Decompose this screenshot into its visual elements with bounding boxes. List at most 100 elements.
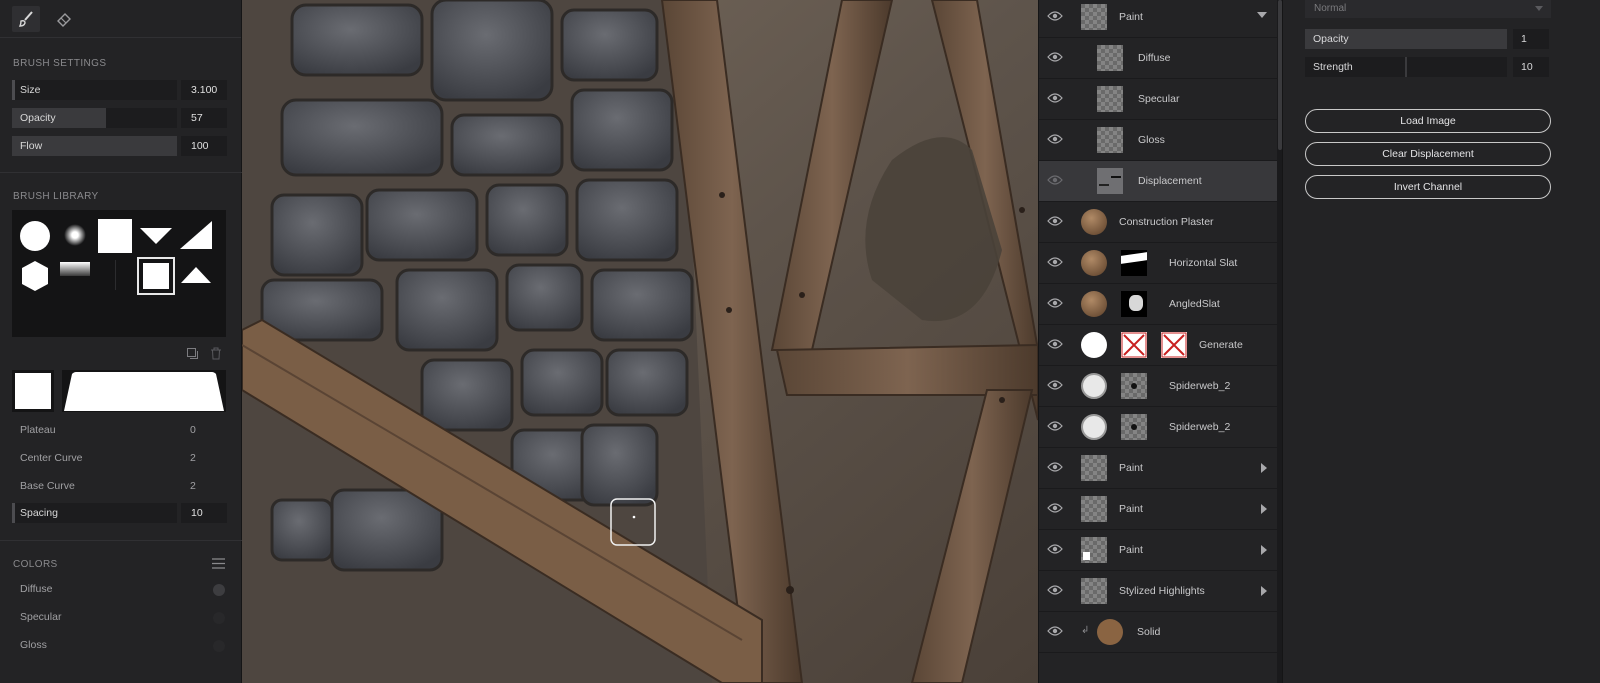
color-specular[interactable]: Specular [12, 606, 227, 630]
layer-visibility-toggle[interactable] [1047, 51, 1063, 65]
layer-thumbnail[interactable] [1081, 209, 1107, 235]
layer-opacity-slider[interactable]: Opacity [1305, 29, 1507, 49]
flow-value[interactable]: 100 [181, 136, 227, 156]
layer-row[interactable]: Horizontal Slat [1039, 243, 1277, 284]
layer-visibility-toggle[interactable] [1047, 379, 1063, 393]
falloff-curve-preview[interactable] [62, 370, 226, 412]
layer-row[interactable]: Stylized Highlights [1039, 571, 1277, 612]
layer-thumbnail[interactable] [1081, 414, 1107, 440]
layer-row[interactable]: Spiderweb_2 [1039, 366, 1277, 407]
layer-row[interactable]: Paint [1039, 530, 1277, 571]
center-curve-row[interactable]: Center Curve 2 [12, 448, 227, 468]
hamburger-icon[interactable] [212, 558, 225, 569]
brush-gradient[interactable] [60, 262, 90, 276]
strength-slider[interactable]: Strength [1305, 57, 1507, 77]
clear-displacement-button[interactable]: Clear Displacement [1305, 142, 1551, 166]
layer-row[interactable]: Paint [1039, 0, 1277, 38]
base-curve-value[interactable]: 2 [190, 480, 196, 492]
layer-thumbnail[interactable] [1121, 414, 1147, 440]
color-specular-swatch[interactable] [213, 612, 225, 624]
layer-visibility-toggle[interactable] [1047, 584, 1063, 598]
opacity-slider[interactable]: Opacity [12, 108, 177, 128]
size-slider[interactable]: Size [12, 80, 177, 100]
layer-row[interactable]: Paint [1039, 489, 1277, 530]
layer-thumbnail[interactable] [1081, 291, 1107, 317]
brush-thin-line[interactable] [115, 260, 116, 290]
layer-thumbnail[interactable] [1161, 332, 1187, 358]
brush-triangle-down[interactable] [140, 226, 172, 246]
layer-thumbnail[interactable] [1081, 332, 1107, 358]
size-value[interactable]: 3.100 [181, 80, 227, 100]
layer-visibility-toggle[interactable] [1047, 420, 1063, 434]
layer-visibility-toggle[interactable] [1047, 10, 1063, 24]
layer-visibility-toggle[interactable] [1047, 297, 1063, 311]
trash-icon[interactable] [210, 347, 222, 360]
color-gloss-swatch[interactable] [213, 640, 225, 652]
strength-value[interactable]: 10 [1513, 57, 1549, 77]
layer-thumbnail[interactable] [1097, 168, 1123, 194]
brush-round-hard[interactable] [20, 221, 50, 251]
layer-row[interactable]: Generate [1039, 325, 1277, 366]
layer-visibility-toggle[interactable] [1047, 502, 1063, 516]
eraser-tool-button[interactable] [50, 6, 78, 32]
layer-thumbnail[interactable] [1097, 127, 1123, 153]
layer-visibility-toggle[interactable] [1047, 215, 1063, 229]
layer-row[interactable]: Gloss [1039, 120, 1277, 161]
layer-thumbnail[interactable] [1081, 250, 1107, 276]
layer-row[interactable]: Paint [1039, 448, 1277, 489]
base-curve-row[interactable]: Base Curve 2 [12, 476, 227, 496]
3d-viewport[interactable] [242, 0, 1038, 683]
layer-row[interactable]: ↲ Solid [1039, 612, 1277, 653]
plateau-row[interactable]: Plateau 0 [12, 420, 227, 440]
layer-row[interactable]: Specular [1039, 79, 1277, 120]
duplicate-icon[interactable] [186, 347, 199, 360]
layer-thumbnail[interactable] [1121, 291, 1147, 317]
spacing-slider[interactable]: Spacing [12, 503, 177, 523]
layer-visibility-toggle[interactable] [1047, 92, 1063, 106]
brush-round-soft[interactable] [64, 224, 86, 246]
layer-thumbnail[interactable] [1081, 455, 1107, 481]
chevron-right-icon[interactable] [1261, 463, 1267, 473]
layer-row[interactable]: Diffuse [1039, 38, 1277, 79]
layer-thumbnail[interactable] [1121, 332, 1147, 358]
brush-triangle-corner[interactable] [180, 221, 212, 251]
layer-row[interactable]: Construction Plaster [1039, 202, 1277, 243]
chevron-right-icon[interactable] [1261, 504, 1267, 514]
layer-row[interactable]: Spiderweb_2 [1039, 407, 1277, 448]
brush-triangle-up[interactable] [180, 266, 212, 284]
brush-hexagon[interactable] [20, 260, 50, 292]
color-diffuse-swatch[interactable] [213, 584, 225, 596]
flow-slider[interactable]: Flow [12, 136, 177, 156]
layer-visibility-toggle[interactable] [1047, 543, 1063, 557]
opacity-value[interactable]: 57 [181, 108, 227, 128]
color-diffuse[interactable]: Diffuse [12, 578, 227, 602]
layer-visibility-toggle[interactable] [1047, 174, 1063, 188]
layer-opacity-value[interactable]: 1 [1513, 29, 1549, 49]
brush-square-selected[interactable] [137, 257, 175, 295]
brush-square[interactable] [98, 219, 132, 253]
layer-visibility-toggle[interactable] [1047, 461, 1063, 475]
layer-thumbnail[interactable] [1121, 250, 1147, 276]
layer-visibility-toggle[interactable] [1047, 625, 1063, 639]
spacing-value[interactable]: 10 [181, 503, 227, 523]
layer-thumbnail[interactable] [1097, 45, 1123, 71]
load-image-button[interactable]: Load Image [1305, 109, 1551, 133]
layer-thumbnail[interactable] [1081, 537, 1107, 563]
layer-thumbnail[interactable] [1081, 373, 1107, 399]
layer-row[interactable]: Displacement [1039, 161, 1277, 202]
layer-row[interactable]: AngledSlat [1039, 284, 1277, 325]
layer-visibility-toggle[interactable] [1047, 256, 1063, 270]
color-gloss[interactable]: Gloss [12, 634, 227, 658]
layer-visibility-toggle[interactable] [1047, 338, 1063, 352]
invert-channel-button[interactable]: Invert Channel [1305, 175, 1551, 199]
layer-thumbnail[interactable] [1081, 578, 1107, 604]
brush-tool-button[interactable] [12, 5, 40, 32]
center-curve-value[interactable]: 2 [190, 452, 196, 464]
layer-thumbnail[interactable] [1121, 373, 1147, 399]
chevron-right-icon[interactable] [1261, 586, 1267, 596]
layer-thumbnail[interactable] [1081, 496, 1107, 522]
layer-thumbnail[interactable] [1097, 619, 1123, 645]
layer-thumbnail[interactable] [1097, 86, 1123, 112]
chevron-down-icon[interactable] [1257, 12, 1267, 18]
layer-visibility-toggle[interactable] [1047, 133, 1063, 147]
